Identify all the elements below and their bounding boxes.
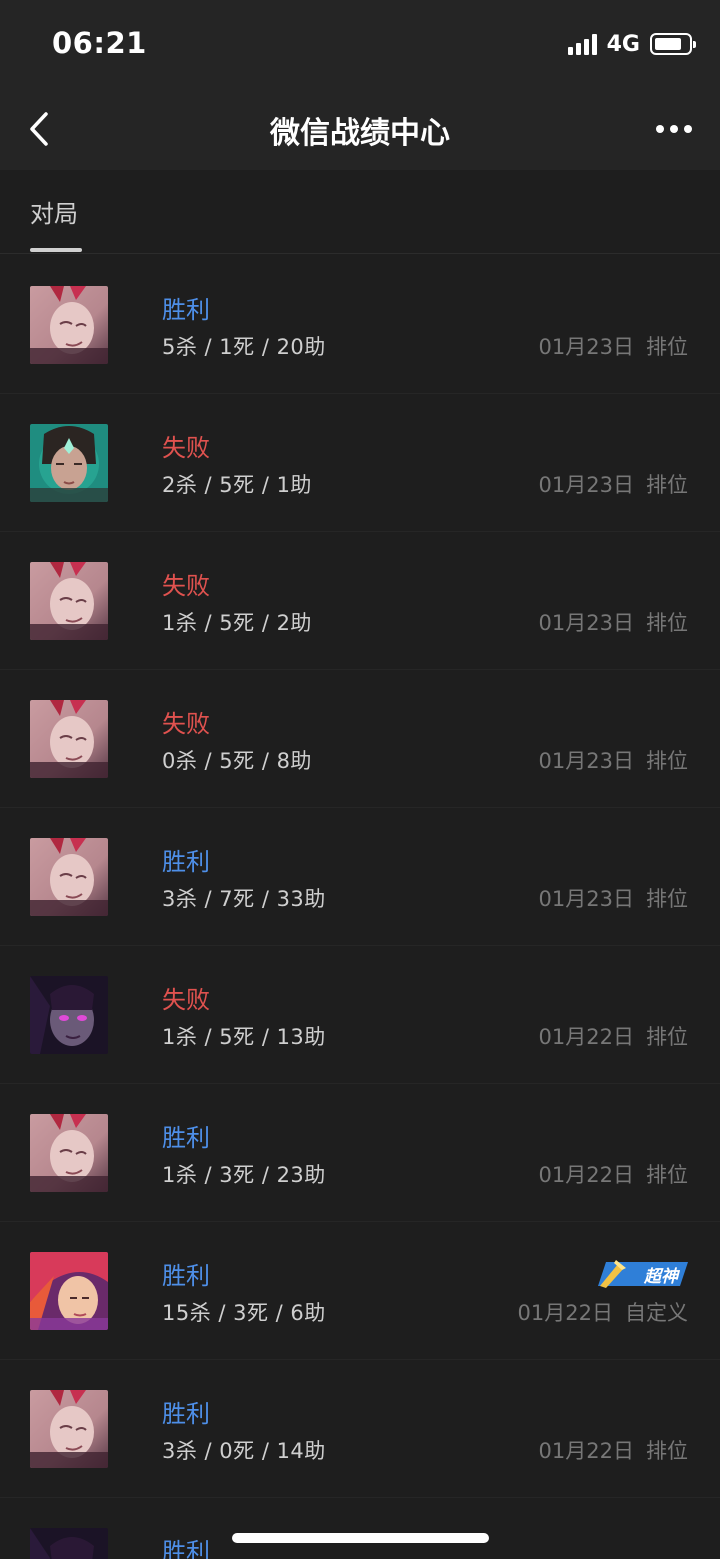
match-mode: 排位	[646, 611, 688, 635]
battery-icon	[650, 33, 696, 55]
match-result: 失败	[162, 710, 210, 738]
hero-avatar	[30, 1252, 108, 1330]
hero-avatar	[30, 700, 108, 778]
match-result: 胜利	[162, 1262, 210, 1290]
match-mode: 排位	[646, 335, 688, 359]
hero-avatar	[30, 1528, 108, 1559]
match-date: 01月22日	[517, 1301, 613, 1325]
match-date: 01月23日	[538, 473, 634, 497]
match-kda: 1杀 / 5死 / 13助	[162, 1025, 326, 1049]
match-result: 胜利	[162, 1400, 210, 1428]
match-row[interactable]: 胜利 5杀 / 1死 / 20助 01月23日 排位	[0, 256, 720, 394]
match-kda: 5杀 / 1死 / 20助	[162, 335, 326, 359]
tab-matches[interactable]: 对局	[30, 194, 78, 229]
match-kda: 1杀 / 3死 / 23助	[162, 1163, 326, 1187]
match-result: 失败	[162, 434, 210, 462]
legendary-badge-icon: 超神	[596, 1258, 688, 1290]
match-kda: 3杀 / 0死 / 14助	[162, 1439, 326, 1463]
match-result: 失败	[162, 986, 210, 1014]
match-mode: 排位	[646, 1439, 688, 1463]
match-mode: 排位	[646, 749, 688, 773]
match-row[interactable]: 胜利 15杀 / 3死 / 6助 01月22日 自定义 超神	[0, 1222, 720, 1360]
match-row[interactable]: 胜利 3杀 / 0死 / 14助 01月22日 排位	[0, 1360, 720, 1498]
match-row[interactable]: 胜利	[0, 1498, 720, 1559]
match-meta: 01月22日 自定义	[518, 1297, 688, 1327]
hero-avatar	[30, 424, 108, 502]
hero-avatar	[30, 286, 108, 364]
match-mode: 排位	[646, 1163, 688, 1187]
match-meta: 01月22日 排位	[539, 1021, 688, 1051]
match-row[interactable]: 胜利 3杀 / 7死 / 33助 01月23日 排位	[0, 808, 720, 946]
match-date: 01月23日	[538, 887, 634, 911]
match-date: 01月23日	[538, 749, 634, 773]
match-meta: 01月22日 排位	[539, 1435, 688, 1465]
badge-label: 超神	[644, 1267, 678, 1287]
match-row[interactable]: 失败 2杀 / 5死 / 1助 01月23日 排位	[0, 394, 720, 532]
match-kda: 3杀 / 7死 / 33助	[162, 887, 326, 911]
match-kda: 15杀 / 3死 / 6助	[162, 1301, 326, 1325]
match-date: 01月23日	[538, 611, 634, 635]
match-row[interactable]: 胜利 1杀 / 3死 / 23助 01月22日 排位	[0, 1084, 720, 1222]
hero-avatar	[30, 976, 108, 1054]
page-title: 微信战绩中心	[270, 116, 450, 151]
match-kda: 0杀 / 5死 / 8助	[162, 749, 312, 773]
match-meta: 01月23日 排位	[539, 331, 688, 361]
match-date: 01月22日	[538, 1025, 634, 1049]
status-icons: 4G	[567, 30, 696, 58]
hero-avatar	[30, 562, 108, 640]
hero-avatar	[30, 838, 108, 916]
match-kda: 2杀 / 5死 / 1助	[162, 473, 312, 497]
status-time: 06:21	[52, 26, 147, 60]
network-label: 4G	[606, 31, 640, 57]
home-indicator[interactable]	[232, 1533, 489, 1543]
match-row[interactable]: 失败 1杀 / 5死 / 13助 01月22日 排位	[0, 946, 720, 1084]
signal-icon	[567, 33, 597, 55]
match-meta: 01月22日 排位	[539, 1159, 688, 1189]
match-date: 01月22日	[538, 1163, 634, 1187]
match-meta: 01月23日 排位	[539, 607, 688, 637]
status-bar: 06:21 4G	[0, 0, 720, 88]
match-row[interactable]: 失败 0杀 / 5死 / 8助 01月23日 排位	[0, 670, 720, 808]
match-meta: 01月23日 排位	[539, 745, 688, 775]
more-icon[interactable]	[656, 116, 692, 142]
match-result: 胜利	[162, 296, 210, 324]
hero-avatar	[30, 1114, 108, 1192]
tab-bar: 对局	[0, 170, 720, 254]
match-result: 胜利	[162, 1538, 210, 1559]
nav-bar: 微信战绩中心	[0, 88, 720, 170]
hero-avatar	[30, 1390, 108, 1468]
match-result: 胜利	[162, 1124, 210, 1152]
match-mode: 自定义	[625, 1301, 688, 1325]
match-mode: 排位	[646, 1025, 688, 1049]
match-result: 失败	[162, 572, 210, 600]
tab-indicator	[30, 248, 82, 252]
match-date: 01月22日	[538, 1439, 634, 1463]
match-meta: 01月23日 排位	[539, 883, 688, 913]
match-list: 胜利 5杀 / 1死 / 20助 01月23日 排位 失败 2杀 / 5死 / 1助 01月…	[0, 256, 720, 1559]
match-history-screen: 06:21 4G 微信战绩中心 对局 胜利 5杀 / 1死 / 20助 01月23日…	[0, 0, 720, 1559]
match-kda: 1杀 / 5死 / 2助	[162, 611, 312, 635]
match-mode: 排位	[646, 887, 688, 911]
match-result: 胜利	[162, 848, 210, 876]
match-date: 01月23日	[538, 335, 634, 359]
match-meta: 01月23日 排位	[539, 469, 688, 499]
match-row[interactable]: 失败 1杀 / 5死 / 2助 01月23日 排位	[0, 532, 720, 670]
match-mode: 排位	[646, 473, 688, 497]
